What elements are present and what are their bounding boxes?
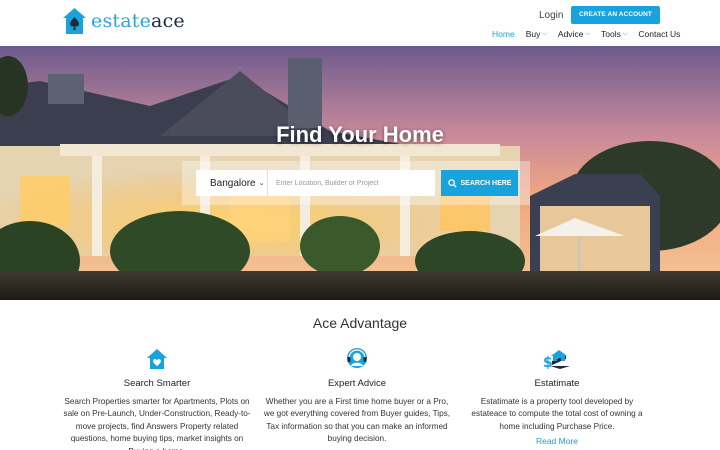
feature-description: Estatimate is a property tool developed … [471, 397, 643, 431]
feature-name: Estatimate [534, 378, 580, 389]
feature-description: Whether you are a First time home buyer … [263, 397, 451, 444]
hero-banner: Find Your Home Bangalore ⌄ SEARCH HERE [0, 46, 720, 300]
advantage-title: Ace Advantage [312, 315, 408, 331]
search-button[interactable]: SEARCH HERE [441, 170, 518, 196]
login-link[interactable]: Login [539, 10, 563, 21]
hero-title: Find Your Home [276, 122, 444, 147]
money-home-icon: $ [462, 346, 652, 372]
chevron-down-icon: ⌵ [622, 30, 628, 37]
chevron-down-icon: ⌵ [585, 30, 590, 37]
nav-home[interactable]: Home [492, 29, 515, 39]
feature-name: Search Smarter [123, 378, 191, 389]
city-select-value: Bangalore [210, 177, 256, 189]
svg-text:$: $ [543, 355, 553, 371]
feature-search-smarter: Search Smarter Search Properties smarter… [62, 346, 252, 450]
feature-estatimate: $ Estatimate Estatimate is a property to… [462, 346, 652, 446]
feature-expert-advice: Expert Advice Whether you are a First ti… [262, 346, 452, 446]
logo[interactable]: estateace [62, 7, 185, 35]
nav-contact-us[interactable]: Contact Us [638, 29, 680, 39]
search-input[interactable] [267, 170, 435, 196]
site-header: estateace Login CREATE AN ACCOUNT Home B… [0, 0, 720, 46]
read-more-link[interactable]: Read More [462, 436, 652, 446]
home-heart-icon [62, 346, 252, 372]
chevron-down-icon: ⌵ [542, 30, 547, 37]
main-nav: Home Buy ⌵ Advice ⌵ Tools ⌵ Contact Us [492, 29, 680, 39]
logo-text: estateace [91, 10, 185, 32]
feature-name: Expert Advice [327, 378, 387, 389]
chevron-down-icon: ⌄ [258, 180, 265, 187]
nav-advice[interactable]: Advice ⌵ [558, 29, 590, 39]
house-spade-logo-icon [62, 7, 87, 35]
search-icon [447, 178, 457, 188]
feature-description: Search Properties smarter for Apartments… [63, 397, 251, 450]
nav-tools[interactable]: Tools ⌵ [601, 29, 627, 39]
headset-icon [262, 346, 452, 372]
create-account-button[interactable]: CREATE AN ACCOUNT [571, 6, 660, 24]
nav-buy[interactable]: Buy ⌵ [526, 29, 547, 39]
search-button-label: SEARCH HERE [460, 179, 512, 187]
city-select[interactable]: Bangalore ⌄ [196, 170, 267, 196]
